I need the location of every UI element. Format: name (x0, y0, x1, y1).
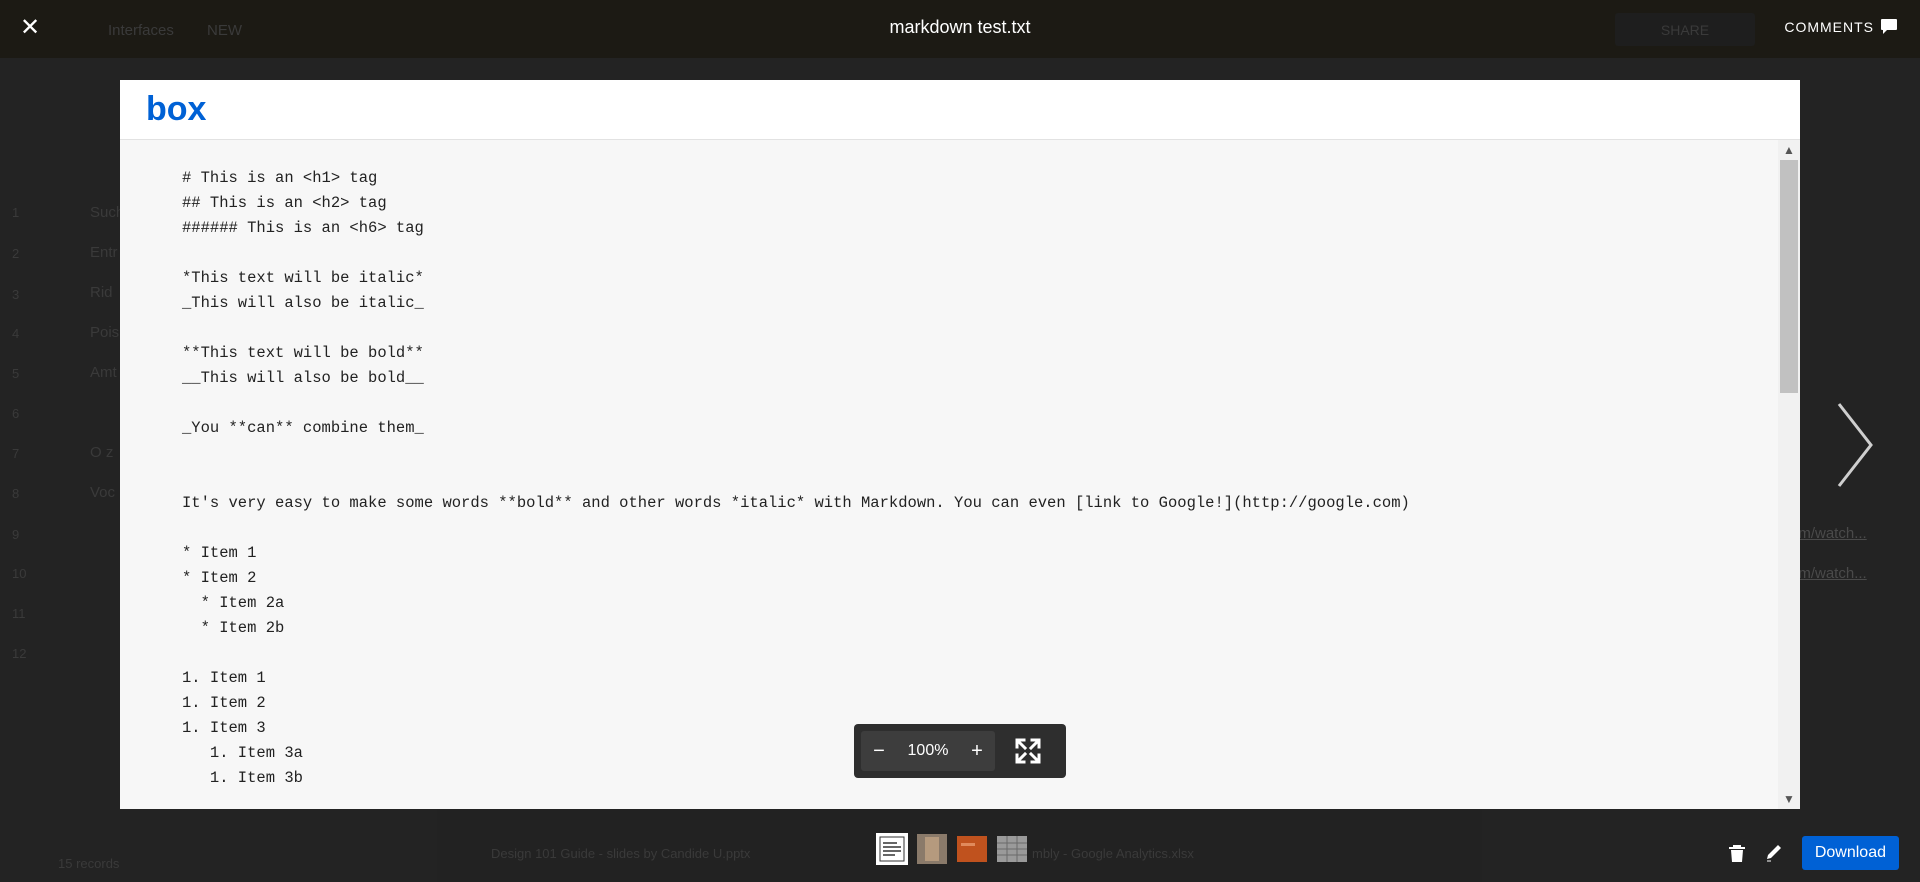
file-title: markdown test.txt (889, 17, 1031, 37)
comments-label: COMMENTS (1784, 18, 1874, 35)
background-row-number: 5 (12, 366, 20, 381)
background-row-number: 8 (12, 486, 20, 501)
background-cell: Pois (90, 324, 120, 341)
preview-actions: Download (1726, 836, 1899, 870)
image-file-icon (917, 834, 947, 864)
background-cell: Entr (90, 244, 118, 261)
viewer-header: box (120, 80, 1800, 140)
background-row-number: 7 (12, 446, 20, 461)
comments-button[interactable]: COMMENTS (1784, 18, 1898, 35)
comment-bubble-icon (1881, 19, 1897, 34)
background-file-name: Design 101 Guide - slides by Candide U.p… (491, 846, 751, 861)
spreadsheet-thumbnail[interactable] (996, 833, 1028, 865)
image-thumbnail[interactable] (916, 833, 948, 865)
zoom-toolbar: − 100% + (854, 724, 1066, 778)
file-text-content: # This is an <h1> tag ## This is an <h2>… (182, 169, 1410, 787)
text-file-icon (879, 836, 905, 862)
zoom-out-button[interactable]: − (861, 731, 897, 771)
background-link: om/watch... (1790, 525, 1867, 542)
background-cell: Rid (90, 284, 113, 301)
text-content-area[interactable]: # This is an <h1> tag ## This is an <h2>… (120, 140, 1778, 809)
document-viewer: box # This is an <h1> tag ## This is an … (120, 80, 1800, 809)
background-row-number: 1 (12, 205, 20, 220)
pencil-icon[interactable] (1764, 842, 1786, 864)
background-row-number: 6 (12, 406, 20, 421)
vertical-scrollbar[interactable]: ▲ ▼ (1778, 140, 1800, 809)
next-file-chevron-icon[interactable] (1835, 400, 1875, 490)
svg-text:box: box (146, 90, 206, 128)
slides-file-icon (957, 836, 987, 862)
download-button[interactable]: Download (1801, 836, 1899, 870)
box-logo-icon: box (146, 90, 206, 128)
slides-thumbnail[interactable] (956, 833, 988, 865)
background-link: om/watch... (1790, 565, 1867, 582)
background-row-number: 10 (12, 566, 27, 581)
background-file-name: mbly - Google Analytics.xlsx (1032, 846, 1194, 861)
fullscreen-icon[interactable] (1014, 737, 1042, 765)
scroll-up-arrow-icon[interactable]: ▲ (1778, 140, 1800, 160)
text-file-thumbnail[interactable] (876, 833, 908, 865)
background-row-number: 2 (12, 246, 20, 261)
background-cell: O z (90, 444, 114, 461)
file-thumbnails (876, 833, 1028, 867)
zoom-level: 100% (907, 742, 949, 759)
trash-icon[interactable] (1726, 842, 1748, 864)
background-cell: Amt (90, 364, 117, 381)
scroll-down-arrow-icon[interactable]: ▼ (1778, 789, 1800, 809)
background-row-number: 4 (12, 326, 20, 341)
zoom-in-button[interactable]: + (959, 731, 995, 771)
background-row-number: 11 (12, 606, 26, 621)
scrollbar-thumb[interactable] (1780, 160, 1798, 393)
background-record-count: 15 records (58, 856, 120, 871)
background-row-number: 9 (12, 527, 20, 542)
background-cell: Voc (90, 484, 116, 501)
background-row-number: 12 (12, 646, 27, 661)
spreadsheet-file-icon (997, 836, 1027, 862)
background-row-number: 3 (12, 287, 20, 302)
zoom-group: − 100% + (861, 731, 995, 771)
